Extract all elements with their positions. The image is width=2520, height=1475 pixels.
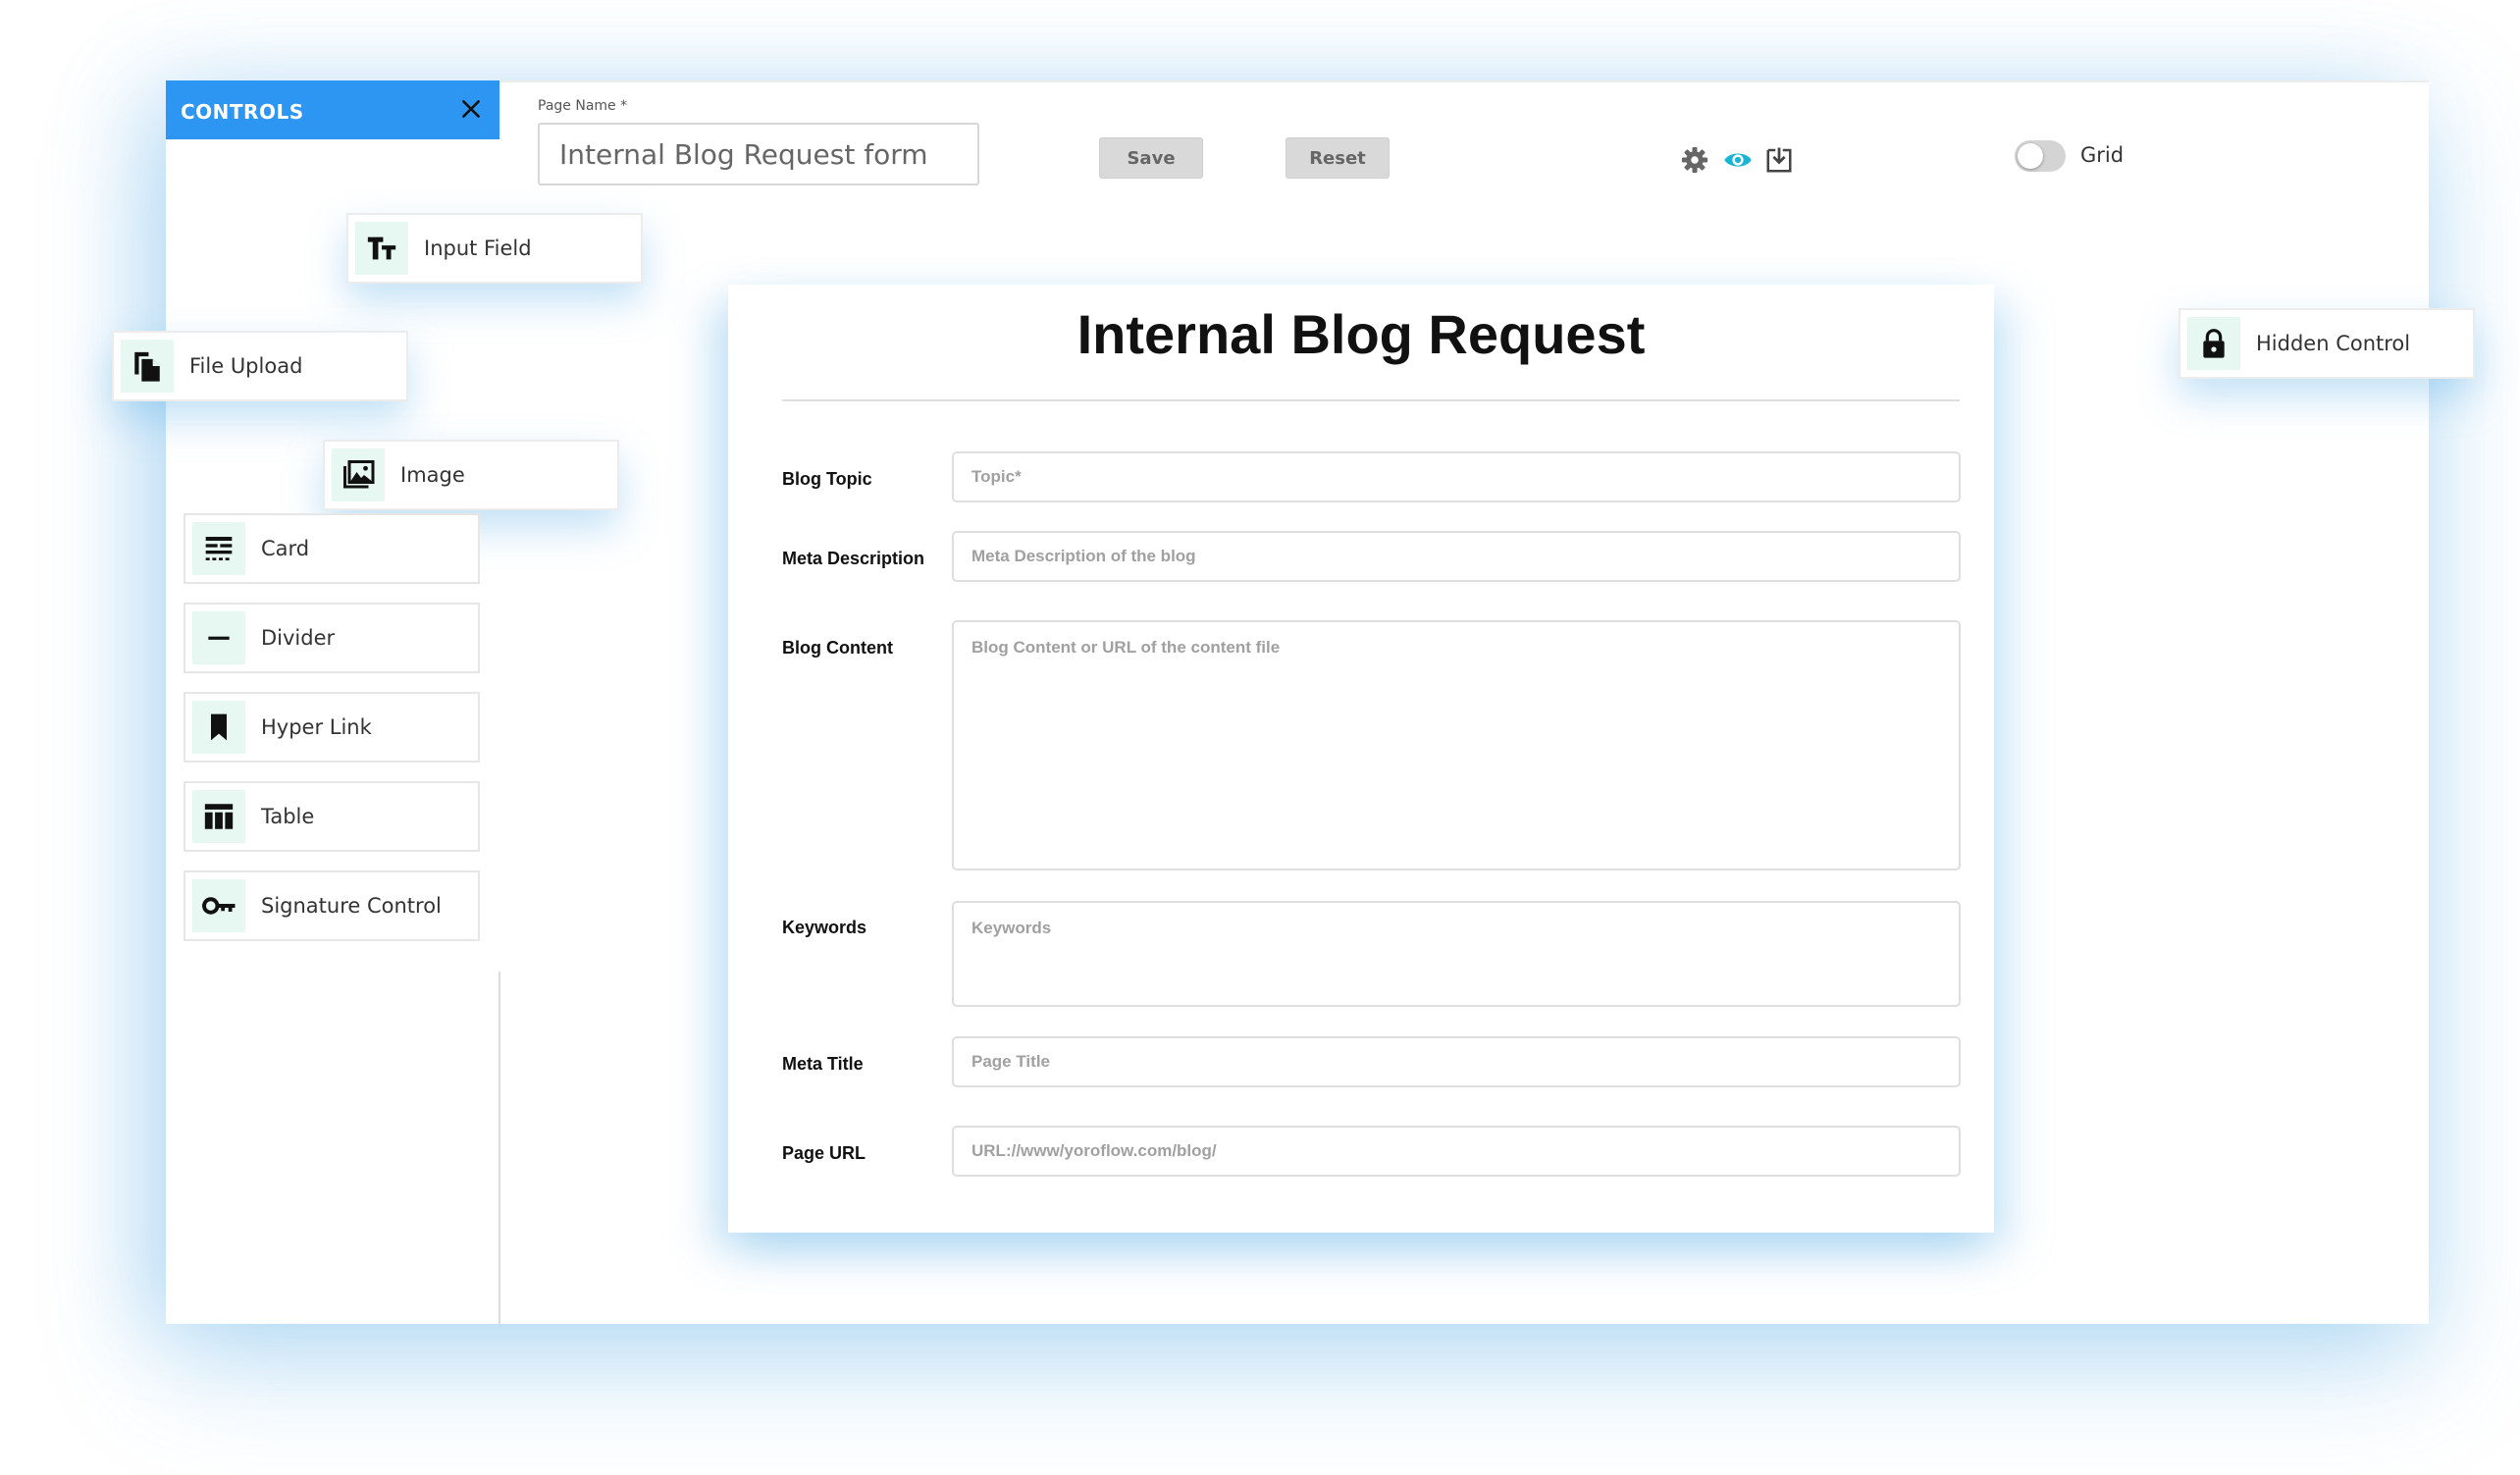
blog-content-textarea[interactable] — [952, 620, 1961, 870]
meta-description-input[interactable] — [952, 531, 1961, 582]
sidebar-divider — [499, 972, 500, 1324]
control-label: Divider — [261, 626, 336, 650]
form-title: Internal Blog Request — [1076, 303, 1646, 365]
field-label-keywords: Keywords — [782, 918, 867, 937]
field-label-meta-title: Meta Title — [782, 1054, 864, 1074]
control-divider[interactable]: Divider — [184, 603, 480, 673]
text-type-icon — [355, 222, 408, 275]
control-label: Hyper Link — [261, 715, 372, 739]
page-name-label: Page Name * — [538, 98, 628, 114]
grid-toggle[interactable] — [2015, 140, 2066, 172]
download-icon[interactable] — [1764, 145, 1794, 175]
lock-icon — [2187, 317, 2240, 370]
control-label: Hidden Control — [2256, 332, 2411, 355]
field-label-meta-description: Meta Description — [782, 549, 925, 568]
eye-icon[interactable] — [1723, 145, 1753, 175]
grid-label: Grid — [2080, 143, 2125, 167]
control-hidden-control[interactable]: Hidden Control — [2179, 308, 2475, 379]
control-label: Card — [261, 537, 310, 560]
toolbar-divider — [499, 80, 2429, 82]
reset-button[interactable]: Reset — [1286, 137, 1390, 179]
control-card[interactable]: Card — [184, 513, 480, 584]
close-icon[interactable] — [458, 96, 484, 122]
gear-icon[interactable] — [1680, 145, 1709, 175]
form-title-divider — [782, 399, 1960, 401]
page-url-input[interactable] — [952, 1126, 1961, 1177]
table-icon — [192, 790, 245, 843]
field-label-blog-topic: Blog Topic — [782, 469, 872, 489]
field-label-page-url: Page URL — [782, 1143, 866, 1163]
control-signature-control[interactable]: Signature Control — [184, 870, 480, 941]
blog-topic-input[interactable] — [952, 451, 1961, 502]
control-label: Input Field — [424, 237, 532, 260]
bookmark-icon — [192, 701, 245, 754]
control-label: Table — [261, 805, 315, 828]
card-layout-icon — [192, 522, 245, 575]
control-input-field[interactable]: Input Field — [346, 213, 643, 284]
field-label-blog-content: Blog Content — [782, 638, 893, 658]
control-hyper-link[interactable]: Hyper Link — [184, 692, 480, 763]
page-name-input[interactable] — [538, 123, 979, 185]
control-table[interactable]: Table — [184, 781, 480, 852]
meta-title-input[interactable] — [952, 1036, 1961, 1087]
save-button[interactable]: Save — [1099, 137, 1203, 179]
minus-icon — [192, 611, 245, 664]
controls-panel-title: CONTROLS — [181, 100, 304, 124]
control-file-upload[interactable]: File Upload — [112, 331, 408, 401]
file-copy-icon — [121, 340, 174, 393]
control-label: Signature Control — [261, 894, 442, 918]
keywords-textarea[interactable] — [952, 901, 1961, 1007]
image-gallery-icon — [332, 448, 385, 501]
control-label: Image — [400, 463, 465, 487]
key-icon — [192, 879, 245, 932]
controls-panel-header: CONTROLS — [166, 80, 499, 139]
grid-toggle-knob — [2018, 143, 2043, 169]
control-image[interactable]: Image — [323, 440, 619, 510]
control-label: File Upload — [189, 354, 303, 378]
